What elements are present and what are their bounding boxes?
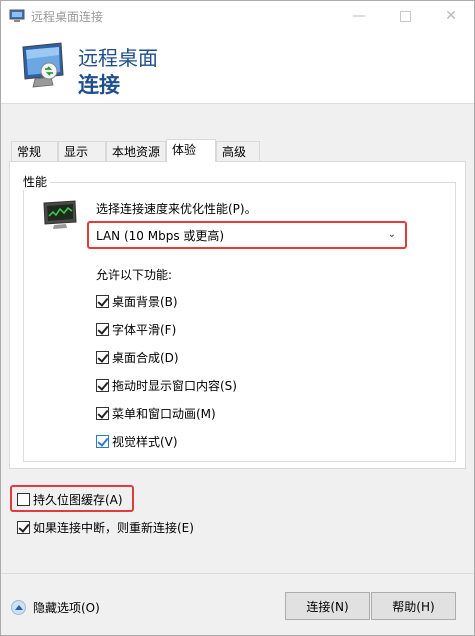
speed-prompt-label: 选择连接速度来优化性能(P)。 — [96, 202, 257, 216]
maximize-icon — [399, 10, 411, 22]
persistent-bitmap-checkbox[interactable] — [17, 492, 30, 506]
checkbox[interactable] — [96, 350, 109, 364]
checkbox[interactable] — [96, 322, 109, 336]
performance-monitor-icon — [43, 200, 77, 229]
help-button[interactable]: 帮助(H) — [371, 592, 456, 620]
title-bar[interactable]: 远程桌面连接 — ✕ — [1, 1, 474, 31]
tab-panel-experience: 性能 选择连接速度来优化性能(P)。 LAN (10 Mbps 或更高) ⌄ 允… — [9, 161, 466, 469]
feature-show-window-contents[interactable]: 拖动时显示窗口内容(S) — [96, 377, 237, 393]
feature-label: 字体平滑(F) — [112, 322, 177, 337]
feature-label: 桌面背景(B) — [112, 294, 178, 309]
close-icon: ✕ — [445, 8, 457, 24]
hide-options-label: 隐藏选项(O) — [33, 601, 100, 615]
reconnect-option[interactable]: 如果连接中断，则重新连接(E) — [17, 519, 194, 535]
minimize-button[interactable]: — — [336, 1, 382, 31]
minimize-icon: — — [352, 8, 366, 24]
speed-select-highlight: LAN (10 Mbps 或更高) ⌄ — [87, 221, 407, 249]
window-title: 远程桌面连接 — [31, 10, 104, 24]
feature-label: 桌面合成(D) — [112, 350, 179, 365]
checkbox[interactable] — [96, 406, 109, 420]
performance-group-label: 性能 — [20, 173, 51, 190]
header-banner: 远程桌面 连接 — [1, 31, 474, 104]
rdp-window: 远程桌面连接 — ✕ 远程桌面 连接 常规 显示 本地资源 体验 高级 性能 选… — [0, 0, 475, 636]
collapse-up-icon[interactable] — [11, 600, 26, 615]
header-title-line2: 连接 — [78, 73, 120, 97]
maximize-button[interactable] — [382, 1, 428, 31]
feature-label: 菜单和窗口动画(M) — [112, 406, 216, 421]
allow-features-label: 允许以下功能: — [96, 268, 173, 282]
feature-desktop-composition[interactable]: 桌面合成(D) — [96, 349, 179, 365]
feature-font-smoothing[interactable]: 字体平滑(F) — [96, 321, 176, 337]
chevron-down-icon: ⌄ — [387, 229, 396, 240]
checkbox[interactable] — [96, 294, 109, 308]
tab-display[interactable]: 显示 — [58, 141, 106, 161]
feature-label: 拖动时显示窗口内容(S) — [112, 378, 237, 393]
persistent-bitmap-option[interactable]: 持久位图缓存(A) — [17, 491, 123, 507]
header-title-line1: 远程桌面 — [78, 46, 158, 70]
feature-desktop-background[interactable]: 桌面背景(B) — [96, 293, 178, 309]
feature-visual-styles[interactable]: 视觉样式(V) — [96, 433, 178, 449]
feature-menu-animation[interactable]: 菜单和窗口动画(M) — [96, 405, 216, 421]
tab-general[interactable]: 常规 — [11, 141, 58, 161]
connection-speed-value: LAN (10 Mbps 或更高) — [96, 228, 225, 243]
persistent-bitmap-label: 持久位图缓存(A) — [33, 492, 123, 507]
remote-desktop-monitor-icon — [22, 42, 64, 88]
checkbox[interactable] — [96, 378, 109, 392]
connection-speed-select[interactable]: LAN (10 Mbps 或更高) ⌄ — [92, 226, 402, 244]
connect-button[interactable]: 连接(N) — [285, 592, 370, 620]
feature-label: 视觉样式(V) — [112, 434, 178, 449]
hide-options-toggle[interactable]: 隐藏选项(O) — [11, 599, 100, 616]
tab-advanced[interactable]: 高级 — [216, 141, 260, 161]
reconnect-checkbox[interactable] — [17, 520, 30, 534]
reconnect-label: 如果连接中断，则重新连接(E) — [33, 520, 194, 535]
tab-local-resources[interactable]: 本地资源 — [106, 141, 166, 161]
close-button[interactable]: ✕ — [428, 1, 474, 31]
checkbox[interactable] — [96, 434, 109, 448]
remote-desktop-icon — [9, 9, 25, 22]
footer-divider — [1, 573, 474, 574]
tab-experience[interactable]: 体验 — [166, 139, 216, 162]
